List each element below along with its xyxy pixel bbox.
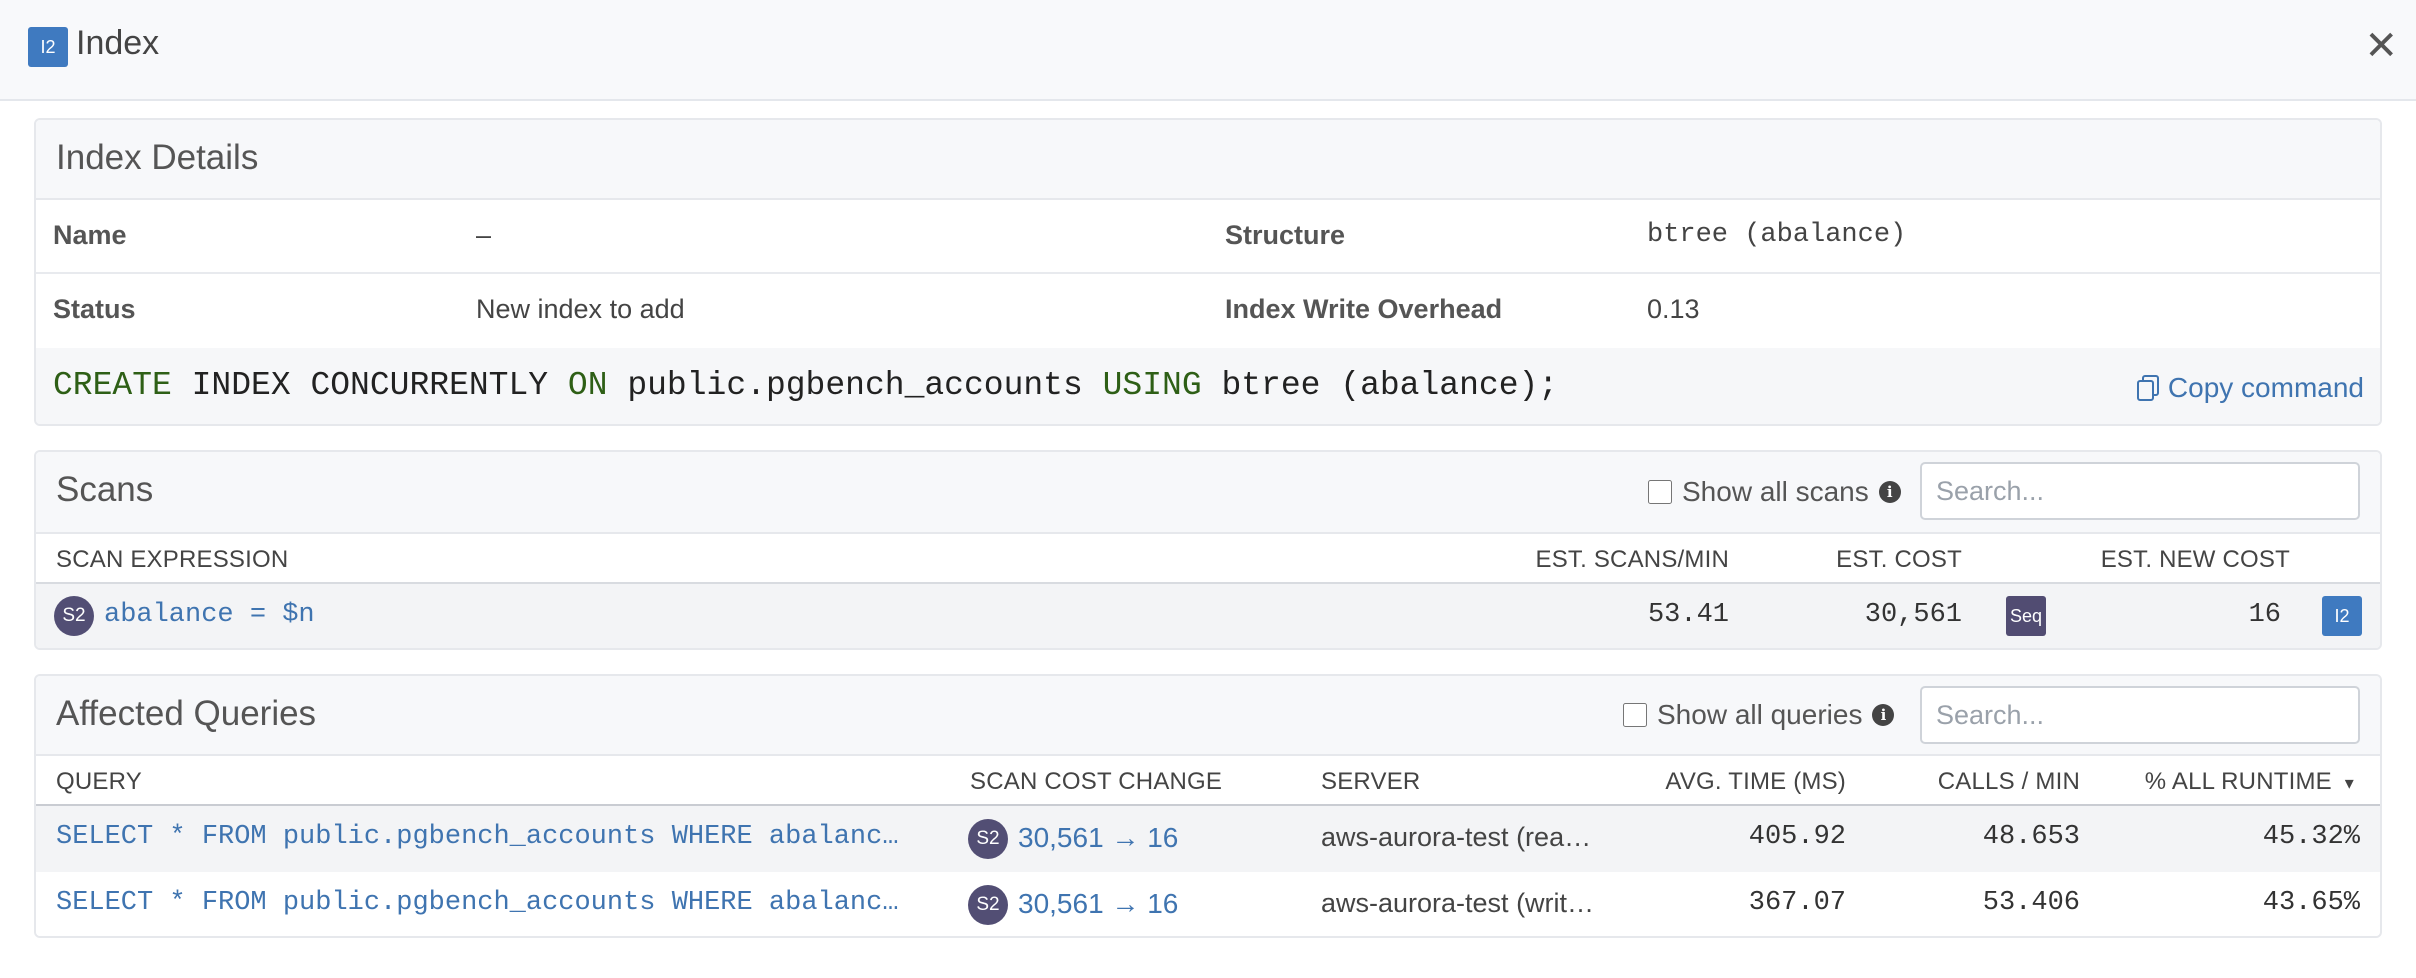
sql-command-block: CREATE INDEX CONCURRENTLY ON public.pgbe…	[36, 348, 2380, 424]
sql-keyword: USING	[1102, 367, 1202, 404]
status-value: New index to add	[476, 294, 685, 324]
col-all-runtime-label: % ALL RUNTIME	[2144, 768, 2332, 795]
scan-expression-link[interactable]: abalance = $n	[104, 600, 315, 630]
cost-change-link[interactable]: 30,561 → 16	[1018, 888, 1178, 920]
scans-header: Scans Show all scans i	[36, 452, 2380, 534]
close-icon[interactable]: ✕	[2364, 24, 2398, 68]
details-row-status: Status New index to add Index Write Over…	[36, 274, 2380, 348]
avg-time: 405.92	[1748, 822, 1846, 852]
query-link[interactable]: SELECT * FROM public.pgbench_accounts WH…	[56, 888, 899, 918]
est-cost: 30,561	[1864, 600, 1962, 630]
col-scan-cost-change: SCAN COST CHANGE	[970, 768, 1223, 795]
queries-header: Affected Queries Show all queries i	[36, 676, 2380, 756]
est-new-cost: 16	[2248, 600, 2281, 630]
table-row[interactable]: S2 abalance = $n 53.41 30,561 Seq 16 I2	[36, 584, 2380, 648]
scans-title: Scans	[56, 470, 154, 509]
col-calls-min[interactable]: CALLS / MIN	[1938, 768, 2080, 796]
sql-command: CREATE INDEX CONCURRENTLY ON public.pgbe…	[53, 367, 1558, 404]
queries-table-header: QUERY SCAN COST CHANGE SERVER AVG. TIME …	[36, 756, 2380, 806]
scans-panel: Scans Show all scans i SCAN EXPRESSION E…	[34, 450, 2382, 650]
sort-desc-icon: ▾	[2344, 773, 2354, 793]
index-badge[interactable]: I2	[2322, 596, 2362, 636]
modal-header: I2 Index ✕	[0, 0, 2416, 101]
overhead-value: 0.13	[1647, 294, 1700, 324]
col-est-cost: EST. COST	[1836, 546, 1962, 573]
index-details-header: Index Details	[36, 120, 2380, 200]
scan-badge: S2	[54, 596, 94, 636]
copy-icon	[2136, 375, 2159, 401]
col-avg-time[interactable]: AVG. TIME (MS)	[1665, 768, 1846, 796]
structure-value: btree (abalance)	[1647, 220, 1907, 250]
calls-per-min: 48.653	[1982, 822, 2080, 852]
index-badge: I2	[28, 27, 68, 67]
runtime-percent: 45.32%	[2262, 822, 2360, 852]
table-row[interactable]: SELECT * FROM public.pgbench_accounts WH…	[36, 872, 2380, 936]
name-label: Name	[53, 220, 127, 250]
seq-scan-badge: Seq	[2006, 596, 2046, 636]
table-row[interactable]: SELECT * FROM public.pgbench_accounts WH…	[36, 806, 2380, 872]
col-est-new-cost: EST. NEW COST	[2100, 546, 2290, 573]
scan-badge: S2	[968, 819, 1008, 859]
copy-command-label: Copy command	[2167, 372, 2364, 403]
index-details-panel: Index Details Name – Structure btree (ab…	[34, 118, 2382, 426]
col-all-runtime[interactable]: % ALL RUNTIME ▾	[2145, 768, 2354, 796]
col-query: QUERY	[56, 768, 142, 795]
modal-title: Index	[76, 24, 160, 62]
show-all-scans-label: Show all scans	[1682, 476, 1869, 507]
scans-per-min: 53.41	[1647, 600, 1729, 630]
server-name: aws-aurora-test (rea…	[1321, 822, 1592, 852]
runtime-percent: 43.65%	[2262, 888, 2360, 918]
copy-command-button[interactable]: Copy command	[2136, 372, 2364, 404]
sql-keyword: CREATE	[53, 367, 172, 404]
structure-label: Structure	[1225, 220, 1346, 250]
show-all-scans-checkbox[interactable]	[1648, 480, 1672, 504]
scan-badge: S2	[968, 885, 1008, 925]
cost-change-link[interactable]: 30,561 → 16	[1018, 822, 1178, 854]
sql-text: public.pgbench_accounts	[607, 367, 1103, 404]
sql-keyword: ON	[567, 367, 608, 404]
scans-table-header: SCAN EXPRESSION EST. SCANS/MIN EST. COST…	[36, 534, 2380, 584]
info-icon[interactable]: i	[1878, 481, 1901, 503]
avg-time: 367.07	[1748, 888, 1846, 918]
col-est-scans-min: EST. SCANS/MIN	[1535, 546, 1729, 573]
affected-queries-panel: Affected Queries Show all queries i QUER…	[34, 674, 2382, 938]
server-name: aws-aurora-test (writ…	[1321, 888, 1595, 918]
details-row-name: Name – Structure btree (abalance)	[36, 200, 2380, 274]
query-link[interactable]: SELECT * FROM public.pgbench_accounts WH…	[56, 822, 899, 852]
overhead-label: Index Write Overhead	[1225, 294, 1503, 324]
name-value: –	[476, 220, 492, 250]
col-server: SERVER	[1321, 768, 1421, 795]
info-icon[interactable]: i	[1872, 704, 1895, 726]
show-all-queries-label: Show all queries	[1657, 699, 1863, 730]
col-scan-expression: SCAN EXPRESSION	[56, 546, 289, 573]
sql-text: INDEX CONCURRENTLY	[171, 367, 568, 404]
scans-search-input[interactable]	[1920, 462, 2360, 520]
queries-title: Affected Queries	[56, 694, 317, 733]
queries-search-input[interactable]	[1920, 686, 2360, 744]
show-all-queries-toggle[interactable]: Show all queries i	[1623, 699, 1895, 731]
status-label: Status	[53, 294, 136, 324]
index-details-title: Index Details	[56, 138, 259, 177]
sql-text: btree (abalance);	[1201, 367, 1559, 404]
show-all-queries-checkbox[interactable]	[1623, 703, 1647, 727]
calls-per-min: 53.406	[1982, 888, 2080, 918]
show-all-scans-toggle[interactable]: Show all scans i	[1648, 476, 1901, 508]
